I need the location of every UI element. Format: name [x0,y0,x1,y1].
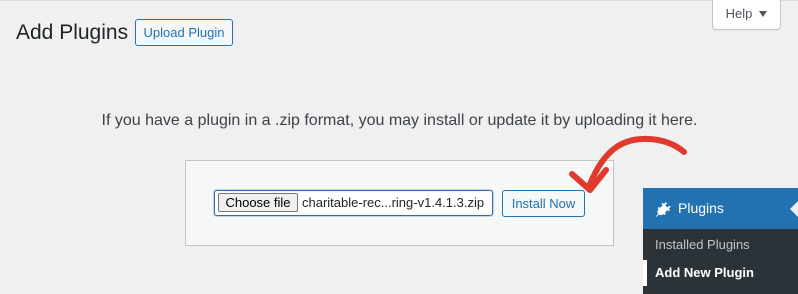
curved-arrow-icon [569,135,687,193]
sidebar-item-label: Plugins [678,200,724,216]
admin-sidebar-plugins-menu: Plugins Installed Plugins Add New Plugin [643,188,798,294]
submenu-item-add-new-plugin[interactable]: Add New Plugin [655,264,754,282]
plugin-zip-file-input[interactable]: Choose file charitable-rec...ring-v1.4.1… [214,190,493,216]
submenu-item-installed-plugins[interactable]: Installed Plugins [655,236,750,254]
active-item-marker [643,260,647,286]
help-label: Help [725,6,753,21]
top-divider [0,0,798,1]
current-menu-indicator [790,201,798,217]
caret-down-icon [759,10,768,17]
page-title: Add Plugins [16,21,129,44]
upload-plugin-button[interactable]: Upload Plugin [135,19,233,46]
choose-file-button[interactable]: Choose file [218,193,298,212]
plugin-plug-icon [655,202,671,217]
help-tab-button[interactable]: Help [712,0,781,30]
selected-file-name: charitable-rec...ring-v1.4.1.3.zip [302,195,485,210]
sidebar-item-plugins[interactable]: Plugins [643,188,798,229]
add-plugins-screen: Add Plugins Upload Plugin Help If you ha… [0,0,798,294]
